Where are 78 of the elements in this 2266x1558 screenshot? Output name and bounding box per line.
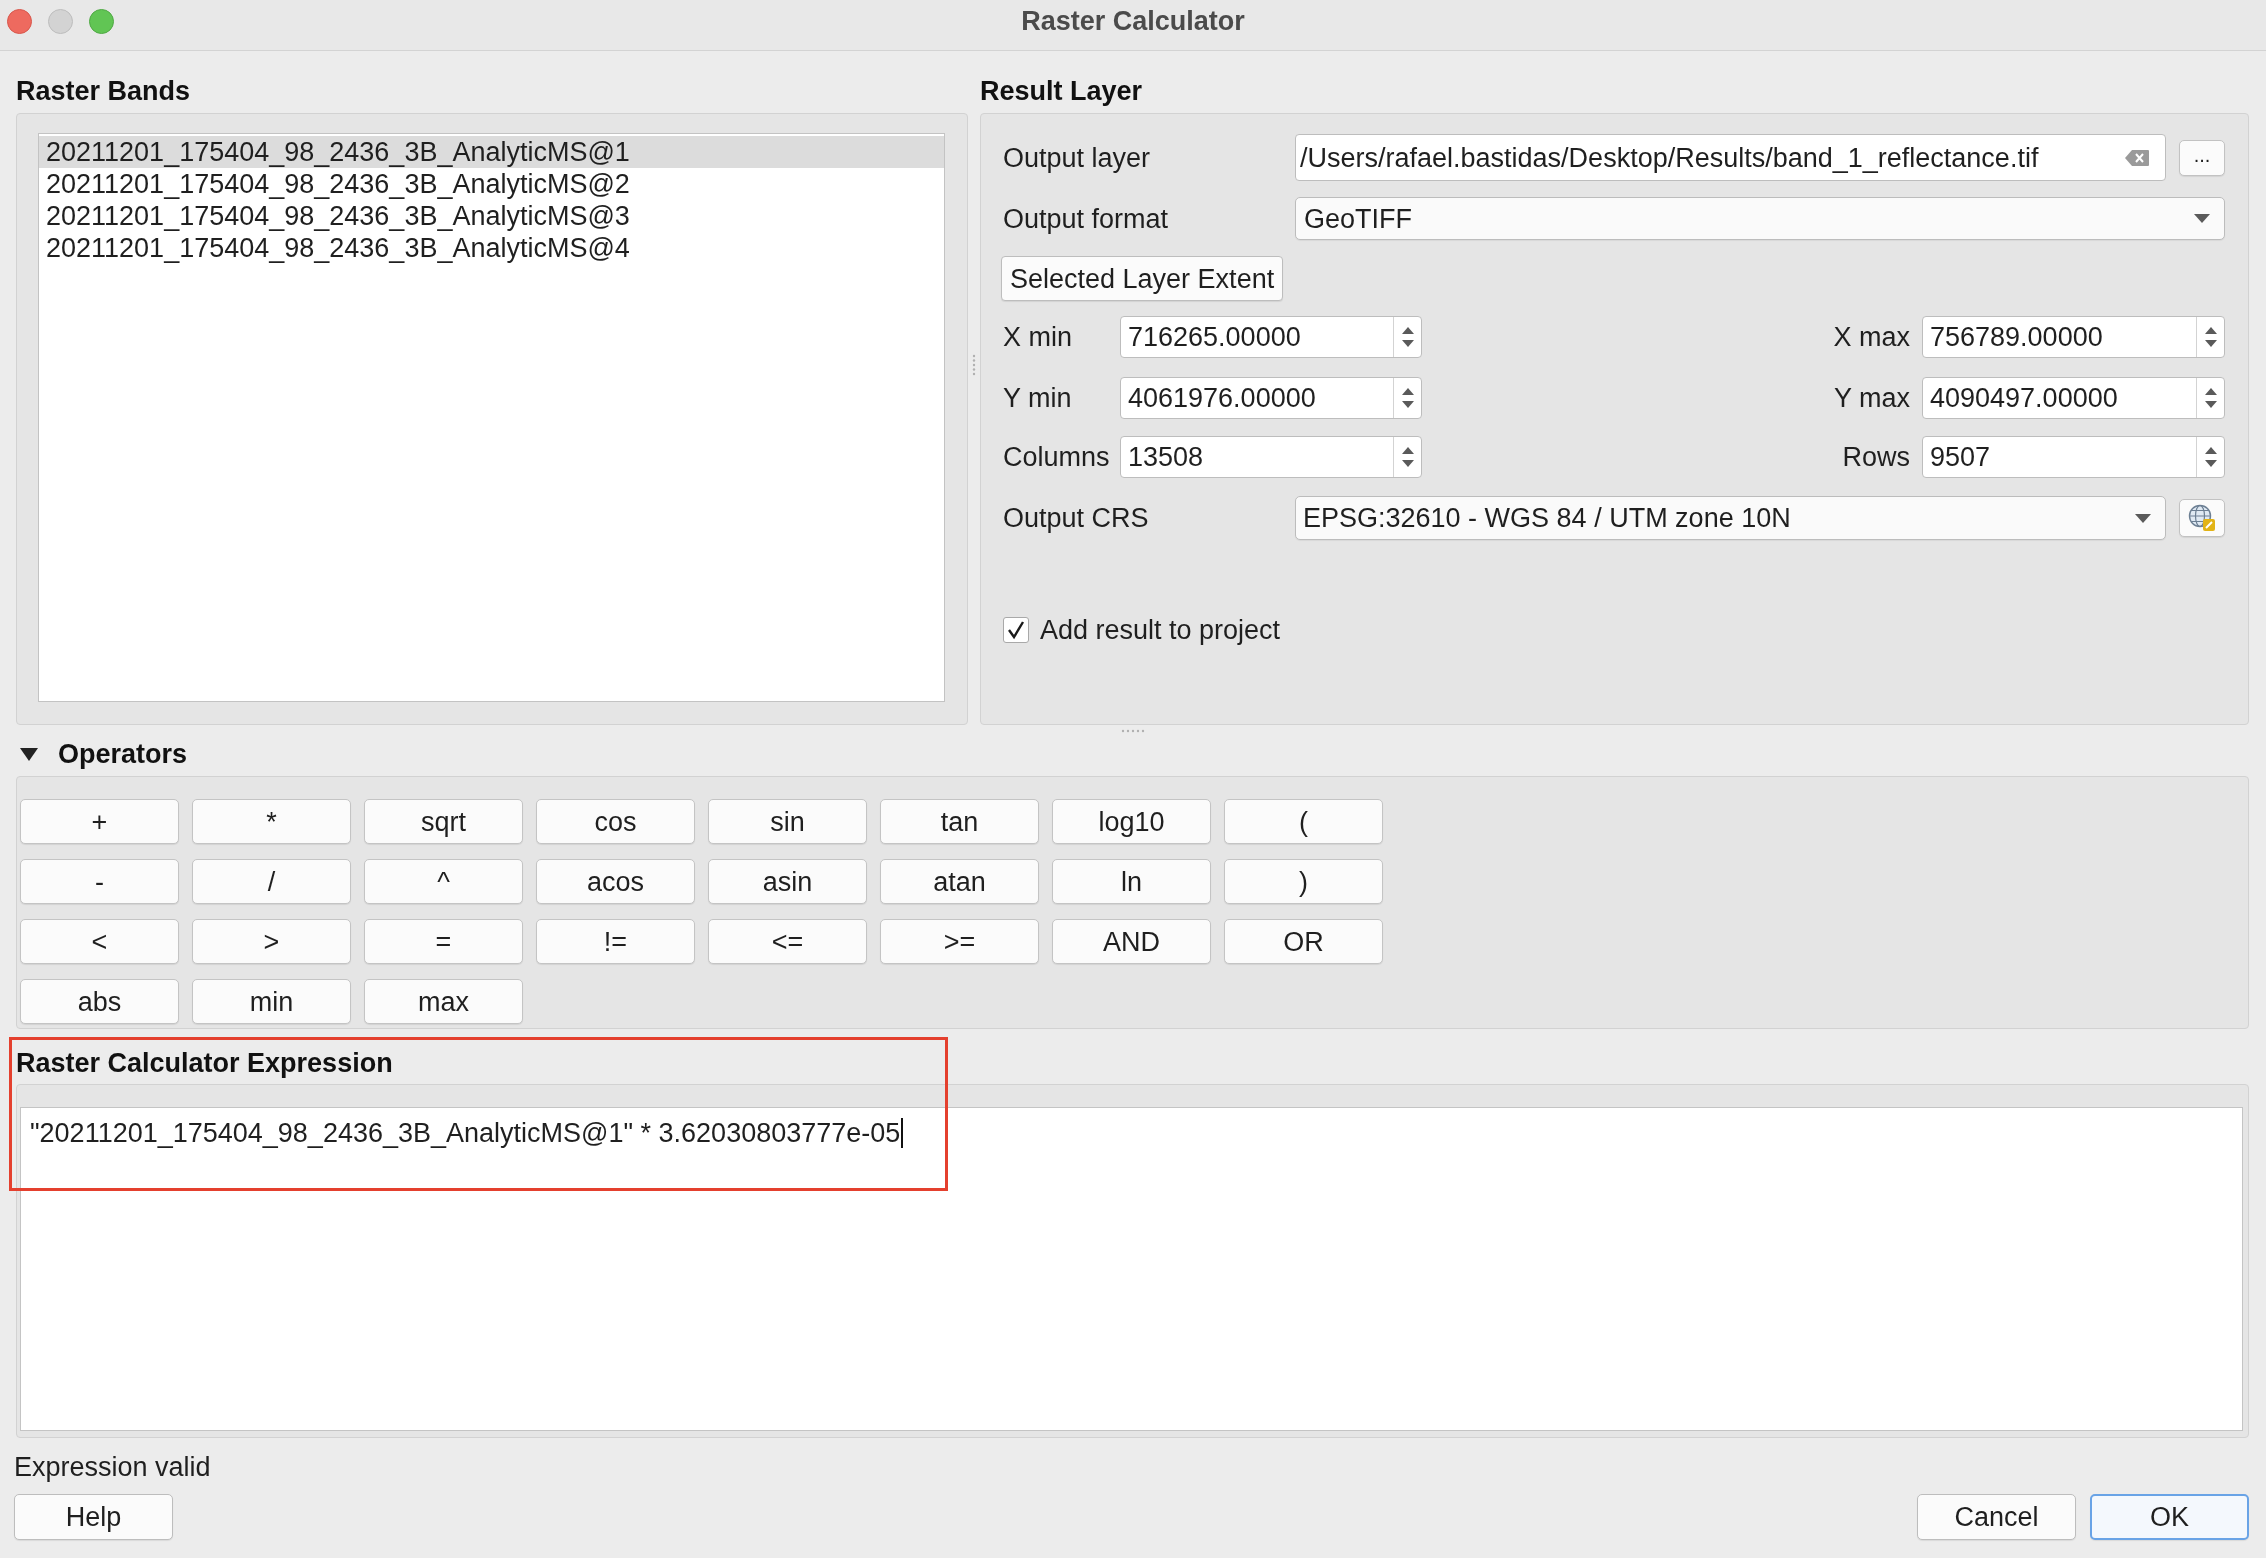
section-title: Operators [58,738,188,771]
field-label: Output layer [1003,141,1152,175]
operator-button[interactable]: min [192,979,351,1024]
close-icon[interactable] [7,9,32,34]
operator-button[interactable]: = [364,919,523,964]
path-field[interactable]: /Users/rafael.bastidas/Desktop/Results/band_1_reflectance.tif [1295,134,2166,181]
spin-arrows-icon[interactable] [2203,386,2218,410]
dialog-button[interactable]: OK [2090,1494,2249,1540]
field-label: X min [1003,321,1074,354]
browse-button[interactable]: ... [2179,139,2225,176]
number-field[interactable]: 4090497.00000 [1922,377,2225,419]
operator-button[interactable]: asin [708,859,867,904]
clear-icon[interactable] [2124,148,2150,167]
checkbox-label[interactable]: Add result to project [1040,613,1281,647]
section-title: Raster Bands [16,75,191,108]
band-list-item[interactable]: 20211201_175404_98_2436_3B_AnalyticMS@1 [39,136,944,168]
field-label: X max [1833,321,1910,354]
field-label: Y min [1003,382,1073,415]
operator-button[interactable]: log10 [1052,799,1211,844]
operator-button[interactable]: > [192,919,351,964]
crs-select-button[interactable] [2179,499,2225,537]
operator-button[interactable]: cos [536,799,695,844]
caret-icon [2135,513,2151,523]
dialog-button[interactable]: Cancel [1917,1494,2076,1540]
operator-button[interactable]: ) [1224,859,1383,904]
field-label: Output format [1003,202,1170,236]
globe-icon [2188,504,2216,532]
operator-button[interactable]: acos [536,859,695,904]
format-dropdown[interactable]: GeoTIFF [1295,197,2225,240]
number-field[interactable]: 4061976.00000 [1120,377,1422,419]
operator-button[interactable]: tan [880,799,1039,844]
operator-button[interactable]: * [192,799,351,844]
operator-button[interactable]: ( [1224,799,1383,844]
spin-arrows-icon[interactable] [2203,325,2218,349]
operator-button[interactable]: ln [1052,859,1211,904]
text-cursor-icon [901,1118,904,1148]
spin-arrows-icon[interactable] [2203,445,2218,469]
spin-arrows-icon[interactable] [1400,386,1415,410]
operator-button[interactable]: atan [880,859,1039,904]
operator-button[interactable]: sin [708,799,867,844]
operator-button[interactable]: <= [708,919,867,964]
number-field[interactable]: 716265.00000 [1120,316,1422,358]
resize-grip-icon[interactable] [1120,729,1145,733]
operator-button[interactable]: - [20,859,179,904]
caret-icon [2194,214,2210,223]
operator-button[interactable]: abs [20,979,179,1024]
operator-button[interactable]: AND [1052,919,1211,964]
operator-button[interactable]: sqrt [364,799,523,844]
operator-button[interactable]: ^ [364,859,523,904]
operator-button[interactable]: < [20,919,179,964]
section-title: Result Layer [980,75,1143,108]
operator-button[interactable]: != [536,919,695,964]
number-field[interactable]: 9507 [1922,436,2225,478]
field-label: Y max [1833,382,1910,415]
spin-arrows-icon[interactable] [1400,325,1415,349]
operator-button[interactable]: / [192,859,351,904]
window-title: Raster Calculator [1021,5,1245,38]
crs-dropdown[interactable]: EPSG:32610 - WGS 84 / UTM zone 10N [1295,496,2166,540]
resize-grip-icon[interactable] [972,354,976,376]
status-message: Expression valid [14,1451,211,1484]
field-label: Rows [1842,441,1910,474]
checkbox[interactable] [1003,617,1029,643]
extent-button[interactable]: Selected Layer Extent [1001,256,1284,301]
section-title: Raster Calculator Expression [16,1047,393,1080]
disclosure-triangle-icon[interactable] [20,747,38,761]
number-field[interactable]: 13508 [1120,436,1422,478]
dialog-button[interactable]: Help [14,1494,173,1540]
field-label: Output CRS [1003,502,1150,535]
field-label: Columns [1003,441,1111,474]
operator-button[interactable]: >= [880,919,1039,964]
operator-button[interactable]: + [20,799,179,844]
number-field[interactable]: 756789.00000 [1922,316,2225,358]
operator-button[interactable]: OR [1224,919,1383,964]
check-icon [1007,620,1025,640]
expression-text: "20211201_175404_98_2436_3B_AnalyticMS@1" * 3.62030803777e-05 [30,1117,901,1150]
expression-field[interactable]: "20211201_175404_98_2436_3B_AnalyticMS@1" * 3.62030803777e-05 [20,1107,2243,1431]
operator-button[interactable]: max [364,979,523,1024]
spin-arrows-icon[interactable] [1400,445,1415,469]
